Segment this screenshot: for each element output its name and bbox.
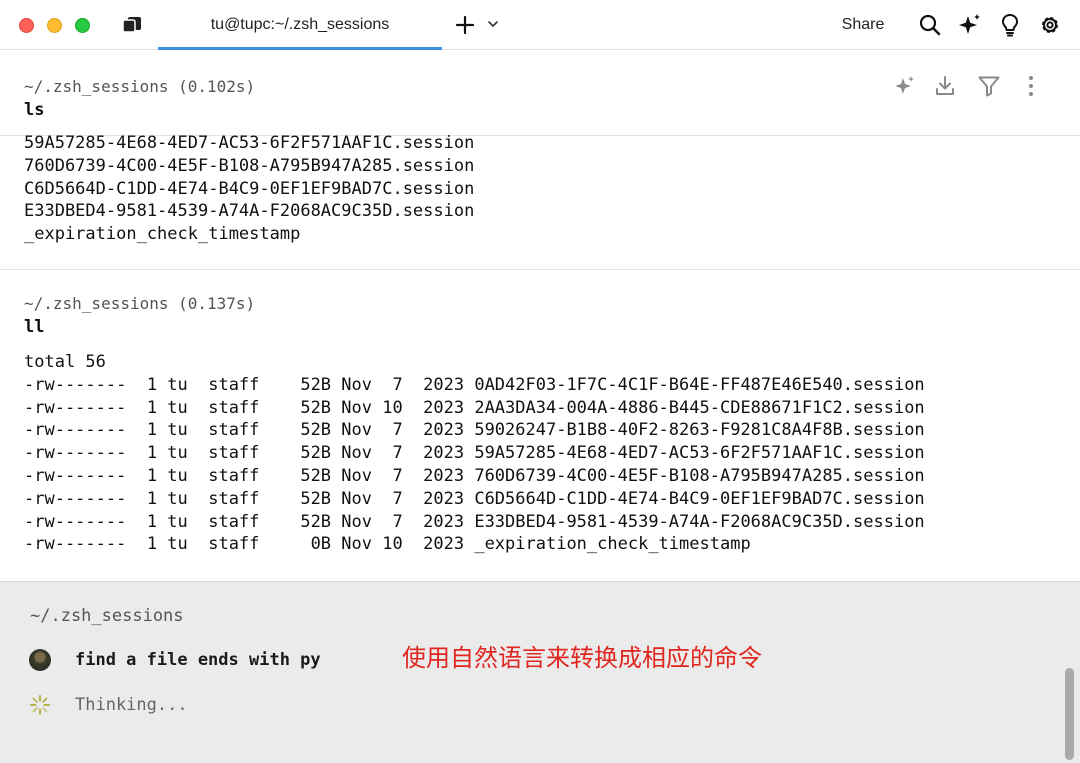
zoom-window-button[interactable] — [75, 18, 90, 33]
lightbulb-icon[interactable] — [998, 13, 1022, 37]
prompt-path: ~/.zsh_sessions — [30, 606, 184, 626]
filter-icon[interactable] — [977, 74, 1001, 98]
scrollbar[interactable] — [1065, 668, 1074, 760]
block-command: ls — [24, 100, 45, 120]
input-area[interactable]: ~/.zsh_sessions find a file ends with py… — [0, 581, 1080, 763]
output-line: -rw------- 1 tu staff 52B Nov 7 2023 59A… — [24, 443, 925, 464]
command-output: total 56 -rw------- 1 tu staff 52B Nov 7… — [24, 351, 925, 556]
sparkle-icon[interactable] — [958, 13, 982, 37]
download-icon[interactable] — [933, 74, 957, 98]
title-bar: tu@tupc:~/.zsh_sessions Share — [0, 0, 1080, 50]
tab-terminal-session[interactable]: tu@tupc:~/.zsh_sessions — [158, 0, 442, 50]
gear-icon[interactable] — [1038, 13, 1062, 37]
output-line: 59A57285-4E68-4ED7-AC53-6F2F571AAF1C.ses… — [24, 133, 475, 153]
panel-icon[interactable] — [122, 16, 142, 34]
ai-query-text[interactable]: find a file ends with py — [75, 650, 321, 670]
minimize-window-button[interactable] — [47, 18, 62, 33]
more-icon[interactable] — [1019, 74, 1043, 98]
output-line: -rw------- 1 tu staff 52B Nov 7 2023 C6D… — [24, 488, 925, 509]
command-block-ll[interactable]: ~/.zsh_sessions (0.137s) ll total 56 -rw… — [0, 270, 1080, 581]
output-line: _expiration_check_timestamp — [24, 224, 301, 245]
close-window-button[interactable] — [19, 18, 34, 33]
output-line: C6D5664D-C1DD-4E74-B4C9-0EF1EF9BAD7C.ses… — [24, 178, 475, 199]
command-output: 59A57285-4E68-4ED7-AC53-6F2F571AAF1C.ses… — [24, 132, 474, 246]
plus-icon[interactable] — [454, 12, 476, 38]
avatar — [29, 649, 51, 671]
command-block-ls[interactable]: ~/.zsh_sessions (0.102s) ls 59A57285-4E6… — [0, 50, 1080, 270]
output-line: -rw------- 1 tu staff 52B Nov 7 2023 760… — [24, 465, 925, 486]
output-line: -rw------- 1 tu staff 52B Nov 7 2023 E33… — [24, 511, 925, 532]
block-actions — [0, 74, 1080, 100]
search-icon[interactable] — [918, 13, 942, 37]
chevron-down-icon[interactable] — [486, 16, 500, 32]
ai-sparkle-icon[interactable] — [893, 74, 917, 98]
output-line: -rw------- 1 tu staff 52B Nov 10 2023 2A… — [24, 397, 925, 418]
share-button[interactable]: Share — [830, 16, 896, 34]
spinner-icon — [30, 695, 50, 715]
output-line: 760D6739-4C00-4E5F-B108-A795B947A285.ses… — [24, 155, 475, 176]
annotation-text: 使用自然语言来转换成相应的命令 — [402, 644, 762, 672]
block-path: ~/.zsh_sessions (0.137s) — [24, 294, 256, 313]
output-line: -rw------- 1 tu staff 52B Nov 7 2023 590… — [24, 420, 925, 441]
output-line: total 56 — [24, 352, 106, 372]
ai-status-text: Thinking... — [75, 695, 188, 715]
block-command: ll — [24, 317, 45, 337]
output-line: E33DBED4-9581-4539-A74A-F2068AC9C35D.ses… — [24, 201, 475, 222]
output-line: -rw------- 1 tu staff 52B Nov 7 2023 0AD… — [24, 374, 925, 395]
tab-title: tu@tupc:~/.zsh_sessions — [210, 16, 390, 33]
output-line: -rw------- 1 tu staff 0B Nov 10 2023 _ex… — [24, 534, 751, 555]
